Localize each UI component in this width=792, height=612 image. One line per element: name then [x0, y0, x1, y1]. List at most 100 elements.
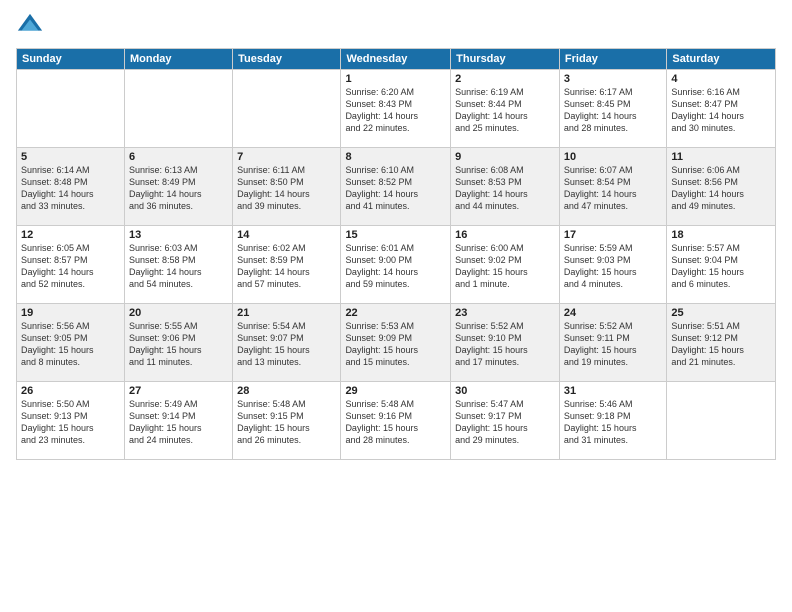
calendar-cell: 18Sunrise: 5:57 AM Sunset: 9:04 PM Dayli… [667, 226, 776, 304]
header [16, 12, 776, 40]
day-info: Sunrise: 5:54 AM Sunset: 9:07 PM Dayligh… [237, 320, 336, 369]
calendar-cell: 19Sunrise: 5:56 AM Sunset: 9:05 PM Dayli… [17, 304, 125, 382]
calendar-header-sunday: Sunday [17, 49, 125, 70]
calendar-cell: 30Sunrise: 5:47 AM Sunset: 9:17 PM Dayli… [451, 382, 560, 460]
day-info: Sunrise: 5:48 AM Sunset: 9:16 PM Dayligh… [345, 398, 446, 447]
calendar-cell: 27Sunrise: 5:49 AM Sunset: 9:14 PM Dayli… [124, 382, 232, 460]
day-number: 25 [671, 307, 771, 319]
day-number: 2 [455, 73, 555, 85]
day-info: Sunrise: 5:55 AM Sunset: 9:06 PM Dayligh… [129, 320, 228, 369]
day-number: 7 [237, 151, 336, 163]
calendar-cell: 11Sunrise: 6:06 AM Sunset: 8:56 PM Dayli… [667, 148, 776, 226]
day-info: Sunrise: 6:06 AM Sunset: 8:56 PM Dayligh… [671, 164, 771, 213]
calendar-header-monday: Monday [124, 49, 232, 70]
day-number: 8 [345, 151, 446, 163]
calendar-cell: 12Sunrise: 6:05 AM Sunset: 8:57 PM Dayli… [17, 226, 125, 304]
calendar-cell: 23Sunrise: 5:52 AM Sunset: 9:10 PM Dayli… [451, 304, 560, 382]
calendar-cell: 3Sunrise: 6:17 AM Sunset: 8:45 PM Daylig… [559, 70, 666, 148]
day-info: Sunrise: 5:56 AM Sunset: 9:05 PM Dayligh… [21, 320, 120, 369]
calendar-cell: 22Sunrise: 5:53 AM Sunset: 9:09 PM Dayli… [341, 304, 451, 382]
day-number: 20 [129, 307, 228, 319]
day-info: Sunrise: 5:46 AM Sunset: 9:18 PM Dayligh… [564, 398, 662, 447]
day-info: Sunrise: 5:47 AM Sunset: 9:17 PM Dayligh… [455, 398, 555, 447]
calendar-cell: 14Sunrise: 6:02 AM Sunset: 8:59 PM Dayli… [233, 226, 341, 304]
calendar-cell: 21Sunrise: 5:54 AM Sunset: 9:07 PM Dayli… [233, 304, 341, 382]
day-number: 16 [455, 229, 555, 241]
day-number: 5 [21, 151, 120, 163]
day-info: Sunrise: 5:48 AM Sunset: 9:15 PM Dayligh… [237, 398, 336, 447]
day-info: Sunrise: 5:53 AM Sunset: 9:09 PM Dayligh… [345, 320, 446, 369]
day-number: 9 [455, 151, 555, 163]
calendar-week-row: 5Sunrise: 6:14 AM Sunset: 8:48 PM Daylig… [17, 148, 776, 226]
calendar-table: SundayMondayTuesdayWednesdayThursdayFrid… [16, 48, 776, 460]
calendar-cell [124, 70, 232, 148]
day-info: Sunrise: 6:14 AM Sunset: 8:48 PM Dayligh… [21, 164, 120, 213]
calendar-header-row: SundayMondayTuesdayWednesdayThursdayFrid… [17, 49, 776, 70]
day-info: Sunrise: 6:10 AM Sunset: 8:52 PM Dayligh… [345, 164, 446, 213]
day-number: 1 [345, 73, 446, 85]
day-number: 15 [345, 229, 446, 241]
calendar-cell: 1Sunrise: 6:20 AM Sunset: 8:43 PM Daylig… [341, 70, 451, 148]
day-number: 28 [237, 385, 336, 397]
day-info: Sunrise: 5:57 AM Sunset: 9:04 PM Dayligh… [671, 242, 771, 291]
calendar-header-wednesday: Wednesday [341, 49, 451, 70]
calendar-cell: 7Sunrise: 6:11 AM Sunset: 8:50 PM Daylig… [233, 148, 341, 226]
day-info: Sunrise: 6:16 AM Sunset: 8:47 PM Dayligh… [671, 86, 771, 135]
day-info: Sunrise: 5:51 AM Sunset: 9:12 PM Dayligh… [671, 320, 771, 369]
day-info: Sunrise: 6:08 AM Sunset: 8:53 PM Dayligh… [455, 164, 555, 213]
calendar-cell: 4Sunrise: 6:16 AM Sunset: 8:47 PM Daylig… [667, 70, 776, 148]
day-number: 23 [455, 307, 555, 319]
calendar-header-tuesday: Tuesday [233, 49, 341, 70]
day-info: Sunrise: 6:07 AM Sunset: 8:54 PM Dayligh… [564, 164, 662, 213]
calendar-cell: 5Sunrise: 6:14 AM Sunset: 8:48 PM Daylig… [17, 148, 125, 226]
day-info: Sunrise: 5:49 AM Sunset: 9:14 PM Dayligh… [129, 398, 228, 447]
day-info: Sunrise: 6:11 AM Sunset: 8:50 PM Dayligh… [237, 164, 336, 213]
calendar-cell: 24Sunrise: 5:52 AM Sunset: 9:11 PM Dayli… [559, 304, 666, 382]
day-info: Sunrise: 5:50 AM Sunset: 9:13 PM Dayligh… [21, 398, 120, 447]
calendar-week-row: 1Sunrise: 6:20 AM Sunset: 8:43 PM Daylig… [17, 70, 776, 148]
day-number: 29 [345, 385, 446, 397]
calendar-cell: 17Sunrise: 5:59 AM Sunset: 9:03 PM Dayli… [559, 226, 666, 304]
day-number: 11 [671, 151, 771, 163]
calendar-cell: 16Sunrise: 6:00 AM Sunset: 9:02 PM Dayli… [451, 226, 560, 304]
day-number: 10 [564, 151, 662, 163]
calendar-cell: 8Sunrise: 6:10 AM Sunset: 8:52 PM Daylig… [341, 148, 451, 226]
day-info: Sunrise: 6:17 AM Sunset: 8:45 PM Dayligh… [564, 86, 662, 135]
calendar-cell: 13Sunrise: 6:03 AM Sunset: 8:58 PM Dayli… [124, 226, 232, 304]
calendar-cell [667, 382, 776, 460]
calendar-week-row: 19Sunrise: 5:56 AM Sunset: 9:05 PM Dayli… [17, 304, 776, 382]
day-info: Sunrise: 5:59 AM Sunset: 9:03 PM Dayligh… [564, 242, 662, 291]
day-info: Sunrise: 6:02 AM Sunset: 8:59 PM Dayligh… [237, 242, 336, 291]
calendar-header-thursday: Thursday [451, 49, 560, 70]
page: SundayMondayTuesdayWednesdayThursdayFrid… [0, 0, 792, 612]
logo-icon [16, 12, 44, 40]
day-number: 6 [129, 151, 228, 163]
day-number: 30 [455, 385, 555, 397]
day-info: Sunrise: 6:19 AM Sunset: 8:44 PM Dayligh… [455, 86, 555, 135]
calendar-cell: 26Sunrise: 5:50 AM Sunset: 9:13 PM Dayli… [17, 382, 125, 460]
day-number: 13 [129, 229, 228, 241]
calendar-header-friday: Friday [559, 49, 666, 70]
day-number: 17 [564, 229, 662, 241]
calendar-week-row: 12Sunrise: 6:05 AM Sunset: 8:57 PM Dayli… [17, 226, 776, 304]
calendar-week-row: 26Sunrise: 5:50 AM Sunset: 9:13 PM Dayli… [17, 382, 776, 460]
day-number: 26 [21, 385, 120, 397]
day-info: Sunrise: 6:13 AM Sunset: 8:49 PM Dayligh… [129, 164, 228, 213]
calendar-cell: 20Sunrise: 5:55 AM Sunset: 9:06 PM Dayli… [124, 304, 232, 382]
calendar-cell: 25Sunrise: 5:51 AM Sunset: 9:12 PM Dayli… [667, 304, 776, 382]
calendar-cell: 6Sunrise: 6:13 AM Sunset: 8:49 PM Daylig… [124, 148, 232, 226]
calendar-cell: 31Sunrise: 5:46 AM Sunset: 9:18 PM Dayli… [559, 382, 666, 460]
calendar-cell: 15Sunrise: 6:01 AM Sunset: 9:00 PM Dayli… [341, 226, 451, 304]
day-number: 22 [345, 307, 446, 319]
day-number: 19 [21, 307, 120, 319]
calendar-cell: 28Sunrise: 5:48 AM Sunset: 9:15 PM Dayli… [233, 382, 341, 460]
calendar-cell: 2Sunrise: 6:19 AM Sunset: 8:44 PM Daylig… [451, 70, 560, 148]
calendar-cell: 10Sunrise: 6:07 AM Sunset: 8:54 PM Dayli… [559, 148, 666, 226]
day-number: 27 [129, 385, 228, 397]
day-number: 31 [564, 385, 662, 397]
day-number: 14 [237, 229, 336, 241]
calendar-header-saturday: Saturday [667, 49, 776, 70]
calendar-cell: 9Sunrise: 6:08 AM Sunset: 8:53 PM Daylig… [451, 148, 560, 226]
day-info: Sunrise: 6:05 AM Sunset: 8:57 PM Dayligh… [21, 242, 120, 291]
day-number: 3 [564, 73, 662, 85]
